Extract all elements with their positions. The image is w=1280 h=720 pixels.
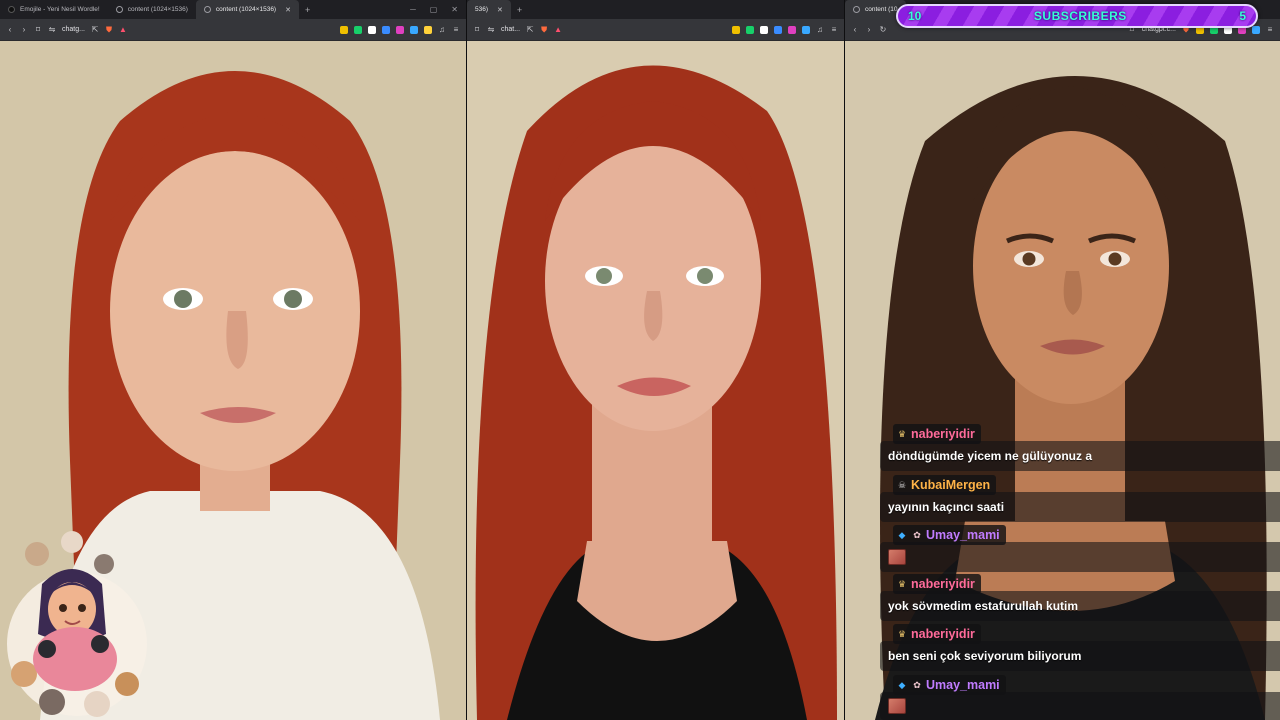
subscriber-goal: 5: [1239, 9, 1246, 23]
extension-icon[interactable]: [760, 25, 768, 34]
tab-strip: Emojile - Yeni Nesil Wordle! content (10…: [0, 0, 466, 19]
chat-text: ben seni çok seviyorum biliyorum: [880, 641, 1280, 671]
chat-text: yok sövmedim estafurullah kutim: [880, 591, 1280, 621]
bookmark-icon[interactable]: ⌑: [34, 25, 42, 34]
username-text: Umay_mami: [926, 528, 1000, 542]
music-icon[interactable]: ♫: [816, 25, 824, 34]
username-text: naberiyidir: [911, 627, 975, 641]
tab-title: 536): [475, 6, 489, 13]
username-text: naberiyidir: [911, 577, 975, 591]
chat-text: [880, 692, 1280, 720]
share-icon[interactable]: ⇱: [91, 25, 99, 34]
crown-badge-icon: ♛: [897, 628, 907, 639]
subscriber-label: SUBSCRIBERS: [1033, 9, 1127, 23]
extension-icon[interactable]: [774, 25, 782, 34]
new-tab-button[interactable]: +: [511, 5, 528, 15]
chat-text: yayının kaçıncı saati: [880, 492, 1280, 522]
tab-content-1[interactable]: content (1024×1536): [108, 0, 196, 19]
rewards-icon[interactable]: ▲: [119, 25, 127, 34]
tab-title: Emojile - Yeni Nesil Wordle!: [20, 6, 100, 13]
music-icon[interactable]: ♫: [438, 25, 446, 34]
extension-icon[interactable]: [382, 25, 390, 34]
cat-badge-icon: ✿: [913, 529, 921, 540]
cube-badge-icon: ◆: [898, 679, 906, 690]
forward-icon[interactable]: ›: [20, 25, 28, 34]
new-tab-button[interactable]: +: [299, 5, 316, 15]
tab-title: content (1024×1536): [127, 6, 188, 13]
minimize-icon[interactable]: ─: [410, 5, 416, 14]
subscriber-goal-bar: 10 SUBSCRIBERS 5: [896, 4, 1258, 28]
extension-icon[interactable]: [368, 25, 376, 34]
username-text: KubaiMergen: [911, 478, 991, 492]
chat-text: [880, 542, 1280, 572]
tab-emojile[interactable]: Emojile - Yeni Nesil Wordle!: [0, 0, 108, 19]
pirate-badge-icon: ☠: [897, 479, 907, 490]
extension-icon[interactable]: [732, 25, 740, 34]
close-tab-icon[interactable]: ✕: [497, 6, 503, 14]
bookmark-icon[interactable]: ⌑: [473, 25, 481, 34]
browser-window-middle: 536) ✕ + ⌑ ⇋ chat... ⇱ ⛊ ▲ ♫ ≡: [467, 0, 844, 720]
close-tab-icon[interactable]: ✕: [285, 6, 291, 14]
tune-icon[interactable]: ⇋: [48, 25, 56, 34]
globe-icon: [853, 6, 860, 13]
tune-icon[interactable]: ⇋: [487, 25, 495, 34]
close-window-icon[interactable]: ✕: [451, 5, 458, 14]
tab-title: content (10: [865, 6, 898, 13]
tab-content-2[interactable]: content (1024×1536) ✕: [195, 0, 299, 19]
browser-toolbar: ‹ › ⌑ ⇋ chatg... ⇱ ⛊ ▲ ♫ ≡: [0, 19, 466, 41]
share-icon[interactable]: ⇱: [526, 25, 534, 34]
address-bar[interactable]: chat...: [501, 26, 520, 33]
extension-icon[interactable]: [424, 25, 432, 34]
back-icon[interactable]: ‹: [851, 25, 859, 34]
portrait-adult-redhead: [467, 41, 844, 720]
crown-badge-icon: ♛: [897, 428, 907, 439]
browser-toolbar: ⌑ ⇋ chat... ⇱ ⛊ ▲ ♫ ≡: [467, 19, 844, 41]
brave-shield-icon[interactable]: ⛊: [540, 25, 548, 35]
streamer-mascot-sticker: [2, 524, 152, 720]
extension-icon[interactable]: [354, 25, 362, 34]
extension-icon[interactable]: [340, 25, 348, 34]
emojile-favicon-icon: [8, 6, 15, 13]
back-icon[interactable]: ‹: [6, 25, 14, 34]
rewards-icon[interactable]: ▲: [554, 25, 562, 34]
globe-icon: [203, 6, 211, 13]
menu-icon[interactable]: ≡: [452, 25, 460, 34]
tab-strip: 536) ✕ +: [467, 0, 844, 19]
forward-icon[interactable]: ›: [865, 25, 873, 34]
username-text: naberiyidir: [911, 427, 975, 441]
globe-icon: [115, 6, 123, 13]
extension-icon[interactable]: [802, 25, 810, 34]
menu-icon[interactable]: ≡: [830, 25, 838, 34]
extension-icon[interactable]: [1252, 25, 1260, 34]
reload-icon[interactable]: ↻: [879, 25, 887, 34]
emote-icon: [888, 549, 906, 565]
menu-icon[interactable]: ≡: [1266, 25, 1274, 34]
extension-icon[interactable]: [410, 25, 418, 34]
extension-icon[interactable]: [396, 25, 404, 34]
address-bar[interactable]: chatg...: [62, 26, 85, 33]
emote-icon: [888, 698, 906, 714]
maximize-icon[interactable]: ▢: [430, 5, 438, 14]
tab-content[interactable]: 536) ✕: [467, 0, 511, 19]
window-controls: ─ ▢ ✕: [410, 0, 458, 19]
cat-lady-mascot-icon: [7, 531, 147, 717]
extension-icon[interactable]: [746, 25, 754, 34]
extension-icon[interactable]: [788, 25, 796, 34]
stream-chat-overlay: ♛ naberiyidir döndügümde yicem ne gülüyo…: [880, 424, 1280, 720]
portrait-photo: [467, 41, 844, 720]
subscriber-count: 10: [908, 9, 922, 23]
crown-badge-icon: ♛: [897, 578, 907, 589]
username-text: Umay_mami: [926, 678, 1000, 692]
cube-badge-icon: ◆: [898, 529, 906, 540]
chat-text: döndügümde yicem ne gülüyonuz a: [880, 441, 1280, 471]
brave-shield-icon[interactable]: ⛊: [105, 25, 113, 35]
cat-badge-icon: ✿: [913, 679, 921, 690]
tab-title: content (1024×1536): [215, 6, 277, 13]
